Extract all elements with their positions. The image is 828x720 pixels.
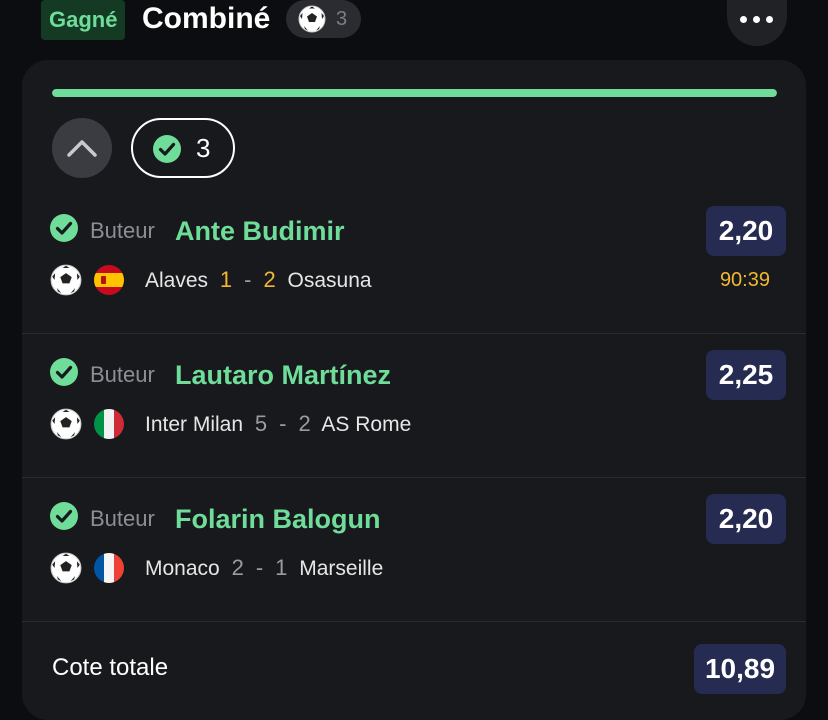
total-odds-row: Cote totale 10,89 (22, 626, 806, 706)
odds-badge: 2,20 (706, 206, 786, 256)
selection-count: 3 (336, 8, 348, 30)
check-circle-icon (50, 358, 78, 386)
away-score: 2 (298, 411, 311, 436)
match-teams: Inter Milan 5-2 AS Rome (145, 406, 411, 443)
bet-header: Gagné Combiné 3 (0, 0, 828, 48)
away-score: 2 (263, 267, 276, 292)
match-teams: Alaves 1-2 Osasuna (145, 262, 372, 299)
more-options-button[interactable] (727, 0, 787, 46)
odds-badge: 2,20 (706, 494, 786, 544)
away-team: Marseille (299, 557, 384, 580)
match-info: Inter Milan 5-2 AS Rome (50, 406, 770, 442)
selection-row[interactable]: Buteur Ante Budimir 2,20 Alaves 1 - 2 Os… (22, 190, 806, 334)
odds-badge: 2,25 (706, 350, 786, 400)
spain-flag-icon (94, 265, 124, 295)
total-odds-badge: 10,89 (694, 644, 786, 694)
total-odds-label: Cote totale (52, 654, 169, 681)
collapse-button[interactable] (52, 118, 112, 178)
home-team: Inter Milan (145, 413, 244, 436)
home-score: 1 (219, 267, 233, 292)
match-time: 90:39 (719, 269, 770, 291)
check-circle-icon (153, 135, 181, 163)
page-title: Combiné (142, 2, 271, 35)
france-flag-icon (94, 553, 124, 583)
selection-row[interactable]: Buteur Lautaro Martínez 2,25 Inter Milan… (22, 334, 806, 478)
combo-bet-card: 3 Buteur Ante Budimir 2,20 Alaves 1 - 2 … (22, 60, 806, 720)
divider (22, 621, 806, 622)
score-separator: - (244, 267, 252, 292)
soccer-ball-icon (50, 552, 82, 588)
home-score: 5 (254, 411, 268, 436)
chevron-up-icon (67, 140, 97, 157)
score-separator: - (255, 555, 264, 580)
home-score: 2 (231, 555, 244, 580)
italy-flag-icon (94, 409, 124, 439)
player-name: Folarin Balogun (175, 504, 381, 534)
check-circle-icon (50, 502, 78, 530)
score-separator: - (279, 411, 287, 436)
home-team: Monaco (145, 557, 220, 580)
won-selections-chip[interactable]: 3 (131, 118, 235, 178)
player-name: Lautaro Martínez (175, 360, 392, 390)
progress-bar (52, 89, 777, 97)
status-badge: Gagné (41, 0, 126, 40)
away-team: Osasuna (287, 269, 372, 292)
match-teams: Monaco 2-1 Marseille (145, 550, 383, 587)
market-label: Buteur (90, 362, 155, 387)
selection-row[interactable]: Buteur Folarin Balogun 2,20 Monaco 2 - 1… (22, 478, 806, 622)
soccer-ball-icon (298, 5, 326, 37)
market-label: Buteur (90, 506, 155, 531)
home-team: Alaves (145, 269, 209, 292)
match-info: Monaco 2-1 Marseille (50, 550, 770, 586)
player-name: Ante Budimir (175, 216, 345, 246)
soccer-ball-icon (50, 264, 82, 300)
away-score: 1 (275, 555, 288, 580)
match-info: Alaves 1-2 Osasuna 90:39 (50, 262, 770, 298)
sport-chip: 3 (286, 0, 361, 38)
away-team: AS Rome (321, 413, 412, 436)
check-circle-icon (50, 214, 78, 242)
progress-fill (52, 89, 777, 97)
soccer-ball-icon (50, 408, 82, 444)
won-count: 3 (196, 133, 211, 163)
market-label: Buteur (90, 218, 155, 243)
